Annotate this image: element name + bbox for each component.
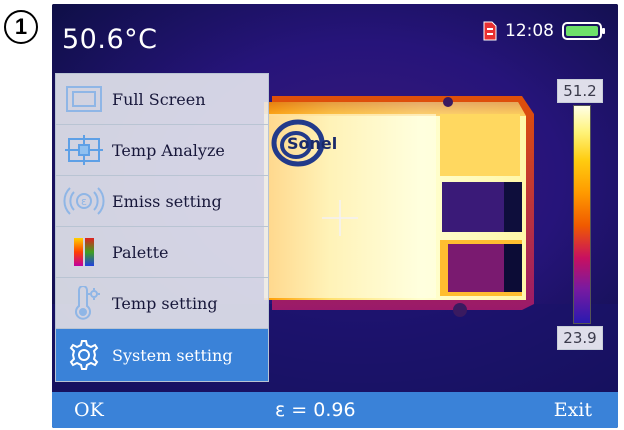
camera-screen: Sonel 50.6°C 12:08 Full Screen Temp Anal… [52,4,618,428]
battery-icon [562,22,605,40]
menu-item-temp-analyze[interactable]: Temp Analyze [56,125,268,176]
step-number-badge: 1 [4,10,38,44]
menu-item-label: Palette [112,242,169,262]
menu-item-label: Full Screen [112,89,206,109]
menu-item-label: System setting [112,345,233,365]
exit-button[interactable]: Exit [554,399,592,421]
menu-item-label: Emiss setting [112,191,222,211]
thermometer-icon [56,278,112,328]
menu-item-label: Temp setting [112,293,218,313]
color-scale-bar [573,105,591,324]
status-bar: 12:08 [483,20,606,42]
gear-icon [56,329,112,381]
menu-item-full-screen[interactable]: Full Screen [56,74,268,125]
temp-analyze-icon [56,125,112,175]
center-temperature-readout: 50.6°C [62,24,158,55]
svg-text:ε: ε [81,195,87,208]
clock: 12:08 [505,21,554,41]
menu-item-emiss-setting[interactable]: ε Emiss setting [56,176,268,227]
menu-item-palette[interactable]: Palette [56,227,268,278]
emissivity-value: ε = 0.96 [275,399,356,421]
scale-max-value: 51.2 [557,79,603,103]
emissivity-icon: ε [56,176,112,226]
palette-icon [56,227,112,277]
scale-min-value: 23.9 [557,326,603,350]
ok-button[interactable]: OK [74,399,104,421]
sd-card-icon [483,21,497,41]
full-screen-icon [56,74,112,124]
main-menu: Full Screen Temp Analyze ε Emiss setting… [55,73,269,382]
bottom-bar: OK ε = 0.96 Exit [52,392,618,428]
menu-item-label: Temp Analyze [112,140,225,160]
menu-item-temp-setting[interactable]: Temp setting [56,278,268,329]
svg-text:Sonel: Sonel [287,134,337,153]
menu-item-system-setting[interactable]: System setting [56,329,268,381]
